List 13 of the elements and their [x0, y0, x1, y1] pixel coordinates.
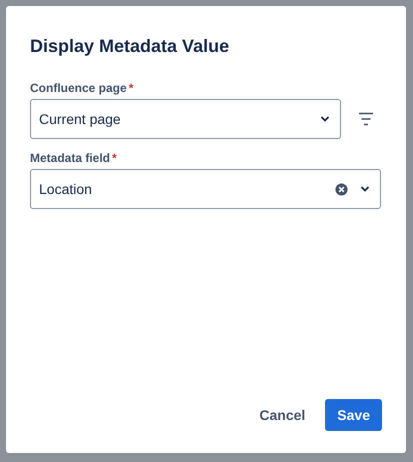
field-label: Metadata field: [30, 151, 110, 165]
select-field[interactable]: Location: [30, 169, 381, 209]
clear-icon[interactable]: [335, 182, 348, 196]
chevron-down-icon[interactable]: [360, 186, 370, 192]
required-mark: *: [128, 81, 134, 95]
cancel-button[interactable]: Cancel: [247, 399, 318, 431]
field-label: Confluence page: [30, 81, 127, 95]
select-field[interactable]: Current page: [30, 99, 341, 139]
dialog-title: Display Metadata Value: [30, 36, 230, 57]
filter-icon[interactable]: [358, 112, 374, 126]
save-button[interactable]: Save: [325, 399, 382, 431]
required-mark: *: [112, 151, 117, 165]
chevron-down-icon[interactable]: [320, 116, 330, 122]
